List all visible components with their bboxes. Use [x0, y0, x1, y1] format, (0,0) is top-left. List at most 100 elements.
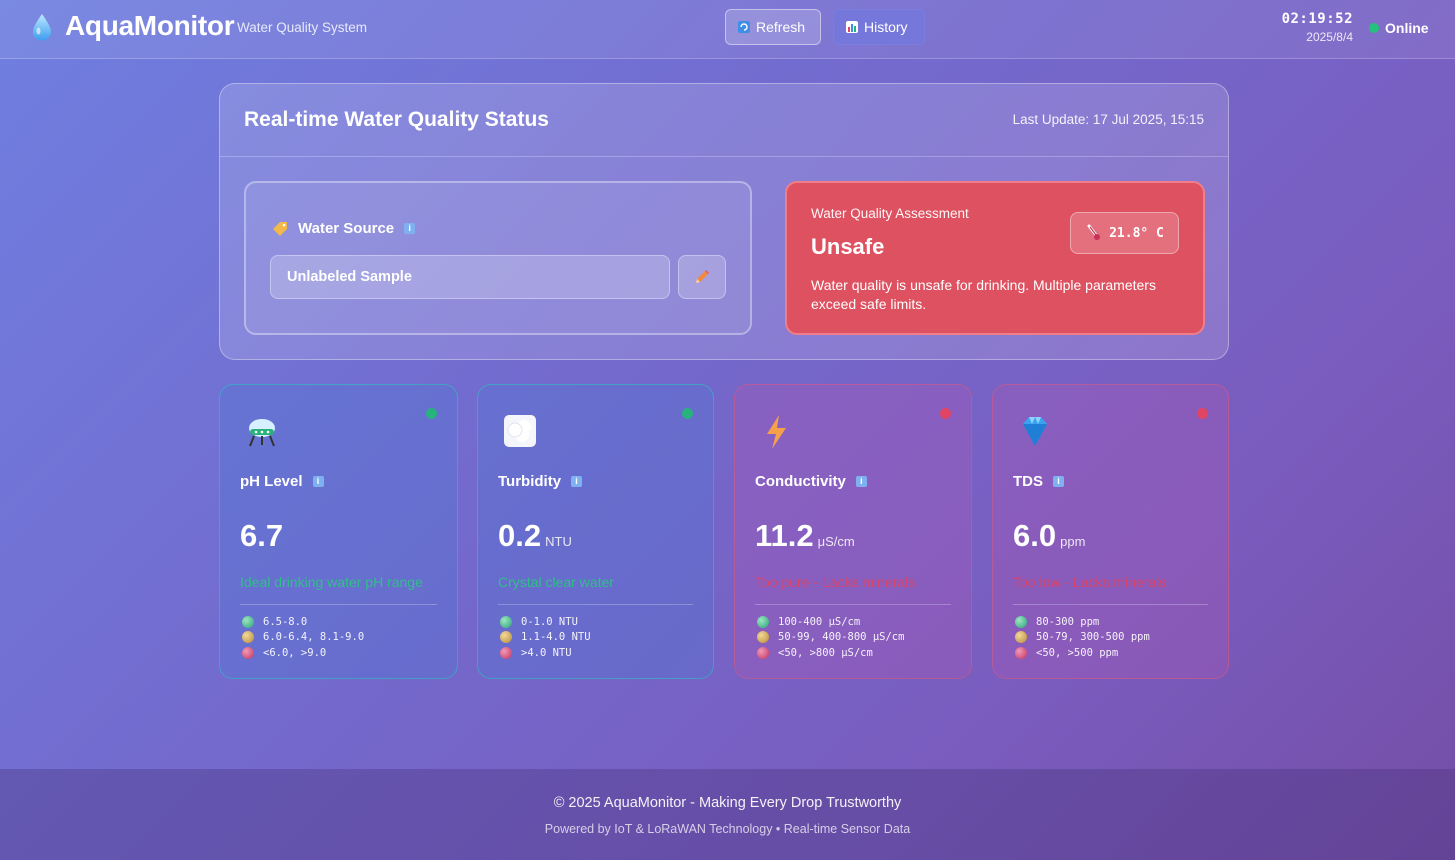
status-panel-header: Real-time Water Quality Status Last Upda… [220, 84, 1228, 157]
cloud-icon [504, 415, 536, 447]
metric-value-row: 6.7 [240, 518, 287, 554]
range-poor: <50, >500 ppm [1036, 646, 1119, 659]
water-source-label-row: Water Source i [272, 220, 416, 237]
good-range-icon [242, 615, 254, 628]
history-button[interactable]: History [833, 9, 925, 45]
status-dot [940, 408, 951, 419]
range-good: 6.5-8.0 [263, 615, 308, 628]
good-range-icon [757, 615, 769, 628]
footer-copyright: © 2025 AquaMonitor - Making Every Drop T… [553, 795, 902, 811]
range-poor: <50, >800 μS/cm [778, 646, 873, 659]
metric-card-conductivity[interactable]: Conductivity i 11.2 μS/cm Too pure - Lack… [734, 384, 972, 679]
metric-card-tds[interactable]: TDS i 6.0 ppm Too low - Lacks minerals 80… [992, 384, 1229, 679]
refresh-button[interactable]: Refresh [725, 9, 821, 45]
last-update: Last Update: 17 Jul 2025, 15:15 [1012, 112, 1204, 127]
metric-info-icon[interactable]: i [1053, 476, 1064, 487]
thermometer-icon [1087, 224, 1101, 240]
water-source-info-icon[interactable]: i [404, 223, 416, 234]
range-row-good: 0-1.0 NTU [500, 614, 591, 630]
range-row-poor: <50, >500 ppm [1015, 645, 1150, 661]
clock: 02:19:52 2025/8/4 [1282, 11, 1353, 44]
bar-chart-icon [846, 21, 858, 33]
online-indicator-dot [1369, 23, 1379, 33]
refresh-label: Refresh [756, 19, 806, 35]
metric-name-row: Conductivity i [755, 473, 867, 490]
good-range-icon [1015, 615, 1027, 628]
metric-unit: ppm [1060, 534, 1086, 549]
gem-icon [1023, 417, 1047, 446]
range-poor: <6.0, >9.0 [263, 646, 327, 659]
range-row-moderate: 50-79, 300-500 ppm [1015, 630, 1150, 646]
edit-source-button[interactable] [678, 255, 726, 299]
moderate-range-icon [500, 631, 512, 644]
metric-card-turbidity[interactable]: Turbidity i 0.2 NTU Crystal clear water 0… [477, 384, 714, 679]
range-row-poor: <6.0, >9.0 [242, 645, 364, 661]
range-row-poor: <50, >800 μS/cm [757, 645, 904, 661]
status-title: Real-time Water Quality Status [244, 108, 549, 131]
clock-date: 2025/8/4 [1306, 30, 1353, 44]
divider [240, 604, 437, 605]
metric-unit: μS/cm [817, 534, 855, 549]
range-moderate: 50-99, 400-800 μS/cm [778, 631, 905, 644]
metric-value: 11.2 [755, 518, 814, 553]
app-brand: AquaMonitor [65, 10, 235, 41]
connection-status: Online [1369, 20, 1429, 36]
refresh-icon [738, 21, 750, 33]
water-source-input[interactable]: Unlabeled Sample [270, 255, 670, 299]
metric-info-icon[interactable]: i [571, 476, 583, 487]
metric-value: 6.0 [1013, 518, 1057, 553]
metric-name: Turbidity [498, 473, 562, 490]
water-source-box: Water Source i Unlabeled Sample [244, 181, 752, 335]
footer-powered-by: Powered by IoT & LoRaWAN Technology • Re… [544, 822, 911, 836]
metric-name: pH Level [240, 473, 303, 490]
metric-description: Ideal drinking water pH range [240, 574, 423, 590]
range-row-moderate: 6.0-6.4, 8.1-9.0 [242, 630, 364, 646]
poor-range-icon [500, 646, 512, 659]
divider [755, 604, 951, 605]
pencil-icon [696, 270, 709, 283]
metric-name-row: TDS i [1013, 473, 1064, 490]
metric-ranges: 0-1.0 NTU 1.1-4.0 NTU >4.0 NTU [500, 614, 591, 661]
water-drop-icon [33, 14, 51, 41]
metric-value-row: 11.2 μS/cm [755, 518, 855, 554]
range-poor: >4.0 NTU [521, 646, 572, 659]
metric-info-icon[interactable]: i [312, 476, 324, 487]
metric-ranges: 6.5-8.0 6.0-6.4, 8.1-9.0 <6.0, >9.0 [242, 614, 364, 661]
range-row-poor: >4.0 NTU [500, 645, 591, 661]
metric-ranges: 100-400 μS/cm 50-99, 400-800 μS/cm <50, … [757, 614, 904, 661]
divider [498, 604, 693, 605]
status-dot [426, 408, 437, 419]
tag-icon [273, 221, 287, 236]
metric-card-ph[interactable]: pH Level i 6.7 Ideal drinking water pH r… [219, 384, 458, 679]
metric-value-row: 0.2 NTU [498, 518, 572, 554]
range-row-moderate: 50-99, 400-800 μS/cm [757, 630, 904, 646]
lightning-icon [767, 415, 786, 449]
connection-status-label: Online [1385, 20, 1429, 36]
metric-unit: NTU [545, 534, 572, 549]
range-row-moderate: 1.1-4.0 NTU [500, 630, 591, 646]
range-good: 80-300 ppm [1036, 615, 1100, 628]
metric-name: Conductivity [755, 473, 846, 490]
water-source-label: Water Source [298, 220, 395, 237]
metric-value: 0.2 [498, 518, 542, 553]
good-range-icon [500, 615, 512, 628]
clock-time: 02:19:52 [1281, 11, 1353, 27]
poor-range-icon [242, 646, 254, 659]
metric-info-icon[interactable]: i [855, 476, 867, 487]
metric-value: 6.7 [240, 518, 284, 553]
range-good: 0-1.0 NTU [521, 615, 578, 628]
poor-range-icon [757, 646, 769, 659]
assessment-label: Water Quality Assessment [811, 206, 969, 221]
metric-ranges: 80-300 ppm 50-79, 300-500 ppm <50, >500 … [1015, 614, 1150, 661]
status-panel: Real-time Water Quality Status Last Upda… [219, 83, 1229, 360]
range-moderate: 50-79, 300-500 ppm [1036, 631, 1150, 644]
footer: © 2025 AquaMonitor - Making Every Drop T… [0, 769, 1455, 860]
moderate-range-icon [757, 631, 769, 644]
top-header: AquaMonitor Water Quality System Refresh… [0, 0, 1455, 59]
metric-description: Too pure - Lacks minerals [755, 574, 916, 590]
assessment-description: Water quality is unsafe for drinking. Mu… [811, 277, 1156, 312]
range-row-good: 6.5-8.0 [242, 614, 364, 630]
metric-description: Too low - Lacks minerals [1013, 574, 1167, 590]
test-tube-icon [249, 419, 275, 447]
app-tagline: Water Quality System [237, 20, 368, 35]
